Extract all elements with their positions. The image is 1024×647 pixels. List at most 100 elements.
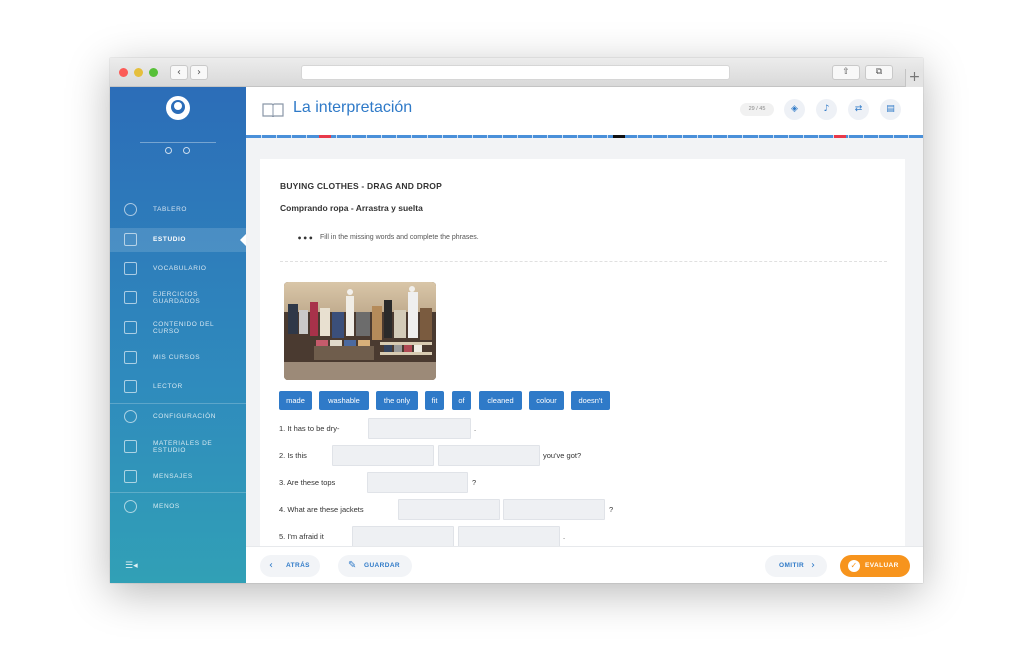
- sidebar-separator: [110, 403, 246, 404]
- progress-tick: [336, 135, 337, 138]
- word-chip[interactable]: washable: [319, 391, 369, 410]
- progress-tick: [788, 135, 789, 138]
- drop-zone[interactable]: [368, 418, 471, 439]
- question-5-suffix: .: [563, 532, 566, 541]
- sidebar-item-label: TABLERO: [153, 206, 188, 213]
- tabs-icon[interactable]: ⧉: [865, 65, 893, 80]
- progress-tick: [427, 135, 428, 138]
- sidebar-item-label: LECTOR: [153, 383, 183, 390]
- section-divider: [280, 261, 887, 262]
- sidebar-item-5[interactable]: CONTENIDO DEL CURSO: [110, 316, 246, 340]
- settings-small-icon[interactable]: [165, 147, 172, 154]
- sidebar-item-7[interactable]: LECTOR: [110, 375, 246, 399]
- progress-tick: [366, 135, 367, 138]
- share-icon[interactable]: ⇧: [832, 65, 860, 80]
- back-button-label: ATRÁS: [286, 562, 310, 569]
- word-chip[interactable]: colour: [529, 391, 564, 410]
- skip-button[interactable]: OMITIR ›: [765, 555, 827, 577]
- progress-tick: [592, 135, 593, 138]
- sidebar-item-6[interactable]: MIS CURSOS: [110, 346, 246, 370]
- question-2-prefix: 2. Is this: [279, 451, 307, 460]
- sidebar-item-10[interactable]: MENSAJES: [110, 465, 246, 489]
- sidebar-item-2[interactable]: ESTUDIO: [110, 228, 246, 252]
- sidebar-item-1[interactable]: TABLERO: [110, 198, 246, 222]
- drop-zone[interactable]: [332, 445, 434, 466]
- instruction-bullet-icon: •••: [297, 234, 314, 243]
- progress-tick: [562, 135, 563, 138]
- drop-zone[interactable]: [352, 526, 454, 547]
- evaluate-button[interactable]: ✓ EVALUAR: [840, 555, 910, 577]
- drop-zone[interactable]: [398, 499, 500, 520]
- sidebar-item-label: EJERCICIOS GUARDADOS: [153, 291, 201, 305]
- minimize-window-button[interactable]: [134, 68, 143, 77]
- word-chip[interactable]: of: [452, 391, 471, 410]
- course-content-icon: [124, 321, 137, 334]
- zoom-window-button[interactable]: [149, 68, 158, 77]
- back-button[interactable]: ‹ ATRÁS: [260, 555, 320, 577]
- drop-zone[interactable]: [458, 526, 560, 547]
- collapse-sidebar-icon[interactable]: ☰◂: [125, 561, 138, 571]
- sidebar-separator: [110, 492, 246, 493]
- book-icon: [124, 233, 137, 246]
- page-header: La interpretación 29 / 45 ◈ ♪ ⇄ ▤: [246, 87, 923, 135]
- save-button[interactable]: ✎ GUARDAR: [338, 555, 412, 577]
- close-window-button[interactable]: [119, 68, 128, 77]
- sidebar-item-8[interactable]: CONFIGURACIÓN: [110, 405, 246, 429]
- sidebar-item-9[interactable]: MATERIALES DE ESTUDIO: [110, 435, 246, 459]
- clothing-store-illustration: [284, 282, 436, 380]
- drop-zone[interactable]: [367, 472, 468, 493]
- forward-icon[interactable]: ›: [190, 65, 208, 80]
- progress-tick: [487, 135, 488, 138]
- address-bar[interactable]: [301, 65, 730, 80]
- power-small-icon[interactable]: [183, 147, 190, 154]
- back-icon[interactable]: ‹: [170, 65, 188, 80]
- progress-tick: [276, 135, 277, 138]
- gear-icon: [124, 410, 137, 423]
- sidebar-item-4[interactable]: EJERCICIOS GUARDADOS: [110, 286, 246, 310]
- sidebar-item-label: CONTENIDO DEL CURSO: [153, 321, 215, 335]
- main-area: La interpretación 29 / 45 ◈ ♪ ⇄ ▤ BUYING…: [246, 87, 923, 583]
- progress-tick: [893, 135, 894, 138]
- progress-tick: [577, 135, 578, 138]
- question-1-suffix: .: [474, 424, 477, 433]
- drop-zone[interactable]: [503, 499, 605, 520]
- progress-tick: [306, 135, 307, 138]
- progress-tick: [818, 135, 819, 138]
- question-4-suffix: ?: [609, 505, 614, 514]
- progress-tick: [442, 135, 443, 138]
- minus-icon: [124, 500, 137, 513]
- new-tab-icon[interactable]: +: [905, 69, 923, 87]
- document-icon[interactable]: ▤: [880, 99, 901, 120]
- microphone-icon[interactable]: ♪: [816, 99, 837, 120]
- avatar[interactable]: [166, 96, 190, 120]
- exercise-subtitle: Comprando ropa - Arrastra y suelta: [280, 203, 423, 213]
- skip-button-label: OMITIR: [779, 562, 805, 569]
- sidebar-item-label: VOCABULARIO: [153, 265, 207, 272]
- exercise-counter: 29 / 45: [740, 103, 774, 116]
- page-title: La interpretación: [293, 99, 413, 116]
- mail-icon: [124, 470, 137, 483]
- tag-icon[interactable]: ◈: [784, 99, 805, 120]
- progress-tick: [758, 135, 759, 138]
- progress-marker-error[interactable]: [319, 135, 331, 138]
- translate-icon[interactable]: ⇄: [848, 99, 869, 120]
- word-chip[interactable]: made: [279, 391, 312, 410]
- progress-tick: [908, 135, 909, 138]
- exercise-progress-bar[interactable]: [246, 135, 923, 138]
- sidebar-item-11[interactable]: MENOS: [110, 495, 246, 519]
- check-icon: ✓: [848, 560, 860, 572]
- drop-zone[interactable]: [438, 445, 540, 466]
- word-chip[interactable]: fit: [425, 391, 444, 410]
- word-chip[interactable]: the only: [376, 391, 418, 410]
- question-3-suffix: ?: [472, 478, 477, 487]
- word-chip[interactable]: cleaned: [479, 391, 522, 410]
- progress-marker-error[interactable]: [834, 135, 846, 138]
- progress-tick: [863, 135, 864, 138]
- sidebar-item-label: MIS CURSOS: [153, 354, 201, 361]
- progress-marker-current[interactable]: [613, 135, 625, 138]
- progress-tick: [502, 135, 503, 138]
- chevron-right-icon: ›: [811, 560, 816, 571]
- word-chip[interactable]: doesn't: [571, 391, 610, 410]
- progress-tick: [532, 135, 533, 138]
- sidebar-item-3[interactable]: VOCABULARIO: [110, 257, 246, 281]
